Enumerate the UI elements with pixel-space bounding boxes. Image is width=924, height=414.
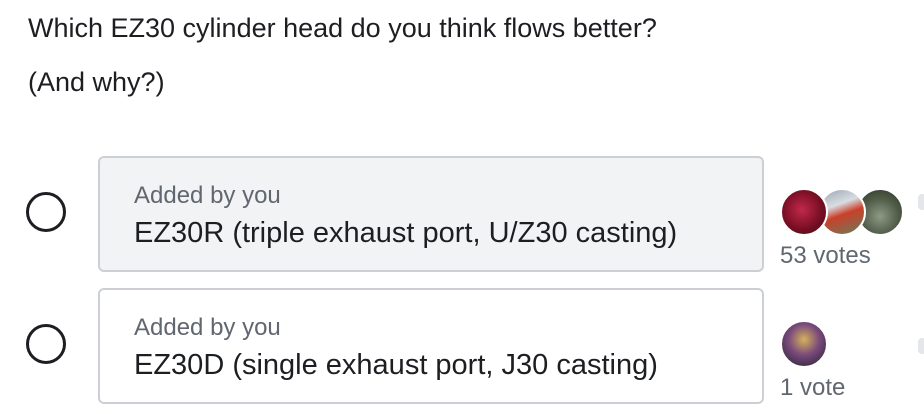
poll-option: Added by you EZ30R (triple exhaust port,… — [0, 156, 924, 272]
radio-button[interactable] — [26, 324, 66, 364]
poll-option-label: EZ30R (triple exhaust port, U/Z30 castin… — [134, 217, 678, 249]
poll-option-card[interactable]: Added by you EZ30R (triple exhaust port,… — [98, 156, 764, 272]
avatar — [780, 188, 828, 236]
added-by-label: Added by you — [134, 182, 281, 209]
options-menu-icon[interactable] — [918, 194, 924, 210]
added-by-label: Added by you — [134, 314, 281, 341]
poll-option-label: EZ30D (single exhaust port, J30 casting) — [134, 349, 658, 381]
poll-option-card[interactable]: Added by you EZ30D (single exhaust port,… — [98, 288, 764, 404]
vote-count[interactable]: 53 votes — [780, 242, 871, 270]
avatar — [780, 320, 828, 368]
options-menu-icon[interactable] — [918, 338, 924, 354]
radio-button[interactable] — [26, 192, 66, 232]
poll-subquestion: (And why?) — [28, 67, 165, 97]
poll-option: Added by you EZ30D (single exhaust port,… — [0, 288, 924, 404]
vote-count[interactable]: 1 vote — [780, 374, 845, 402]
poll-question: Which EZ30 cylinder head do you think fl… — [28, 13, 657, 43]
